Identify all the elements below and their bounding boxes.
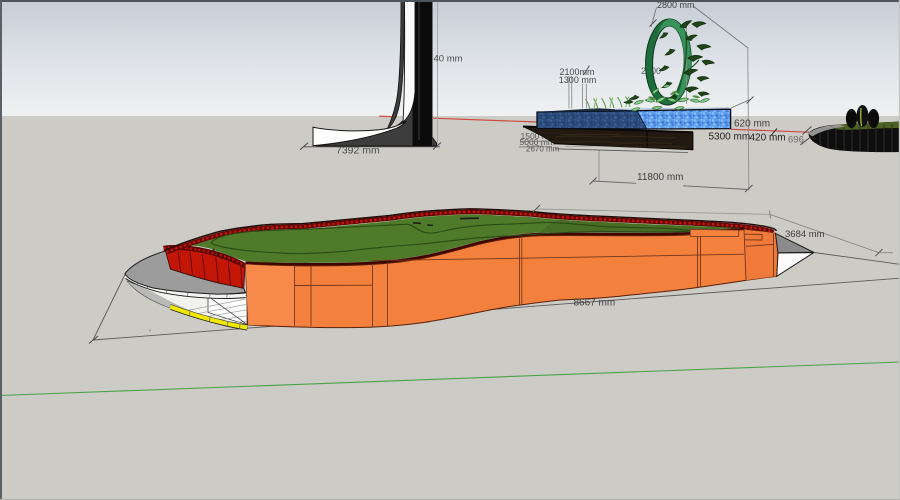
svg-text:696: 696 (788, 135, 804, 146)
svg-text:40 mm: 40 mm (434, 54, 463, 65)
svg-text:11800 mm: 11800 mm (637, 172, 684, 183)
svg-text:3684 mm: 3684 mm (785, 229, 825, 240)
svg-text:620 mm: 620 mm (734, 118, 770, 129)
svg-text:5300 mm: 5300 mm (709, 131, 751, 142)
svg-text:7392 mm: 7392 mm (336, 145, 380, 157)
svg-text:8667 mm: 8667 mm (574, 298, 616, 309)
svg-text:1300 mm: 1300 mm (559, 75, 597, 85)
svg-text:2670 mm: 2670 mm (526, 145, 560, 154)
svg-text:420 mm: 420 mm (750, 132, 786, 143)
